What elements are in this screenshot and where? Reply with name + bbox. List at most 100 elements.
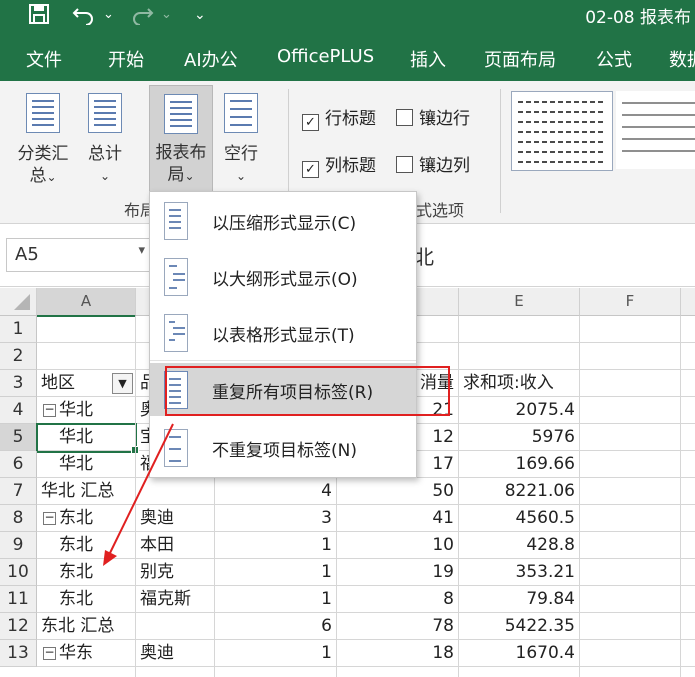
cell-region[interactable]: 东北 xyxy=(59,559,93,586)
compact-form-icon xyxy=(164,202,188,240)
banded-columns-checkbox[interactable]: 镶边列 xyxy=(396,151,470,176)
chevron-down-icon: ⌄ xyxy=(184,169,195,183)
banded-rows-checkbox[interactable]: 镶边行 xyxy=(396,104,470,129)
column-headers-checkbox[interactable]: ✓ 列标题 xyxy=(302,151,376,178)
cell-quantity[interactable]: 10 xyxy=(337,532,454,559)
undo-icon[interactable] xyxy=(72,3,96,30)
menu-item-tabular-form[interactable]: 以表格形式显示(T) xyxy=(150,306,416,359)
report-layout-icon xyxy=(164,94,198,134)
cell-revenue[interactable]: 求和项:收入 xyxy=(459,370,579,397)
filter-dropdown-icon[interactable]: ▼ xyxy=(112,373,133,394)
row-header[interactable]: 7 xyxy=(0,478,37,505)
row-header[interactable]: 11 xyxy=(0,586,37,613)
collapse-icon[interactable]: − xyxy=(43,511,56,525)
cell-count[interactable]: 1 xyxy=(215,586,332,613)
grand-totals-label: 总计 xyxy=(88,144,122,164)
cell-count[interactable]: 3 xyxy=(215,505,332,532)
tab-home[interactable]: 开始 xyxy=(108,46,144,72)
row-header[interactable]: 3 xyxy=(0,370,37,397)
column-header-g[interactable] xyxy=(681,288,695,316)
select-all-corner[interactable] xyxy=(0,288,37,316)
cell-quantity[interactable]: 41 xyxy=(337,505,454,532)
checkmark-icon: ✓ xyxy=(302,114,319,131)
annotation-arrow-icon xyxy=(103,423,174,566)
cell-region[interactable]: 东北 汇总 xyxy=(41,613,114,640)
cell-count[interactable]: 1 xyxy=(215,532,332,559)
cell-count[interactable]: 1 xyxy=(215,559,332,586)
cell-count[interactable]: 4 xyxy=(215,478,332,505)
cell-region[interactable]: 华东 xyxy=(59,640,93,667)
menu-item-outline-form[interactable]: 以大纲形式显示(O) xyxy=(150,250,416,303)
customize-toolbar-icon[interactable]: ⌄ xyxy=(194,3,206,27)
undo-dropdown-icon[interactable]: ⌄ xyxy=(103,3,114,27)
subtotals-button[interactable]: 分类汇 总⌄ xyxy=(10,91,76,191)
tab-data[interactable]: 数据 xyxy=(669,46,695,72)
row-header[interactable]: 6 xyxy=(0,451,37,478)
tab-file[interactable]: 文件 xyxy=(26,46,62,72)
row-headers-checkbox[interactable]: ✓ 行标题 xyxy=(302,104,376,131)
outline-form-icon xyxy=(164,258,188,296)
cell-revenue[interactable]: 4560.5 xyxy=(459,505,575,532)
cell-region[interactable]: 东北 xyxy=(59,505,93,532)
cell-quantity[interactable]: 18 xyxy=(337,640,454,667)
grand-totals-button[interactable]: 总计 ⌄ xyxy=(82,91,128,191)
cell-product[interactable]: 福克斯 xyxy=(140,586,191,613)
chevron-down-icon: ▾ xyxy=(138,243,145,258)
cell-revenue[interactable]: 5976 xyxy=(459,424,575,451)
cell-region[interactable]: 华北 xyxy=(59,451,93,478)
tab-formulas[interactable]: 公式 xyxy=(596,46,632,72)
cell-revenue[interactable]: 8221.06 xyxy=(459,478,575,505)
row-header[interactable]: 4 xyxy=(0,397,37,424)
grand-totals-icon xyxy=(88,93,122,133)
cell-quantity[interactable]: 50 xyxy=(337,478,454,505)
field-header-region[interactable]: 地区 xyxy=(41,370,75,397)
tab-officeplus[interactable]: OfficePLUS xyxy=(277,46,374,67)
row-header[interactable]: 8 xyxy=(0,505,37,532)
column-header-f[interactable]: F xyxy=(580,288,681,316)
save-icon[interactable] xyxy=(28,3,50,30)
formula-input[interactable]: 北 xyxy=(414,241,434,270)
cell-quantity[interactable]: 19 xyxy=(337,559,454,586)
cell-region[interactable]: 东北 xyxy=(59,532,93,559)
collapse-icon[interactable]: − xyxy=(43,646,56,660)
cell-quantity[interactable]: 78 xyxy=(337,613,454,640)
column-header-e[interactable]: E xyxy=(459,288,580,316)
row-header[interactable]: 5 xyxy=(0,424,38,451)
cell-quantity[interactable]: 8 xyxy=(337,586,454,613)
report-layout-button[interactable]: 报表布 局⌄ xyxy=(149,85,213,193)
cell-region[interactable]: 华北 xyxy=(59,397,93,424)
cell-count[interactable]: 6 xyxy=(215,613,332,640)
cell-revenue[interactable]: 79.84 xyxy=(459,586,575,613)
cell-revenue[interactable]: 353.21 xyxy=(459,559,575,586)
tab-insert[interactable]: 插入 xyxy=(410,46,446,72)
menu-item-label: 不重复项目标签(N) xyxy=(212,441,357,461)
row-header[interactable]: 13 xyxy=(0,640,37,667)
cell-revenue[interactable]: 5422.35 xyxy=(459,613,575,640)
tab-ai-office[interactable]: AI办公 xyxy=(184,46,238,72)
pivot-style-thumbnail[interactable] xyxy=(511,91,613,171)
cell-count[interactable]: 1 xyxy=(215,640,332,667)
row-header[interactable]: 9 xyxy=(0,532,37,559)
cell-revenue[interactable]: 2075.4 xyxy=(459,397,575,424)
menu-item-label: 以压缩形式显示(C) xyxy=(212,214,357,234)
cell-revenue[interactable]: 1670.4 xyxy=(459,640,575,667)
collapse-icon[interactable]: − xyxy=(43,403,56,417)
cell-region[interactable]: 东北 xyxy=(59,586,93,613)
cell-product[interactable]: 奥迪 xyxy=(140,640,174,667)
subtotals-label-2: 总 xyxy=(29,166,47,186)
row-header[interactable]: 2 xyxy=(0,343,37,370)
row-header[interactable]: 1 xyxy=(0,316,37,343)
menu-item-no-repeat-labels[interactable]: 不重复项目标签(N) xyxy=(150,421,416,474)
row-header[interactable]: 12 xyxy=(0,613,37,640)
cell-revenue[interactable]: 428.8 xyxy=(459,532,575,559)
blank-rows-button[interactable]: 空行 ⌄ xyxy=(218,91,264,191)
column-header-a[interactable]: A xyxy=(37,288,136,317)
menu-item-compact-form[interactable]: 以压缩形式显示(C) xyxy=(150,194,416,247)
row-header[interactable]: 10 xyxy=(0,559,37,586)
name-box[interactable]: A5 ▾ xyxy=(6,238,150,272)
report-layout-label-1: 报表布 xyxy=(155,143,207,163)
blank-rows-icon xyxy=(224,93,258,133)
tab-page-layout[interactable]: 页面布局 xyxy=(484,46,556,72)
cell-revenue[interactable]: 169.66 xyxy=(459,451,575,478)
pivot-style-thumbnail[interactable] xyxy=(616,91,695,169)
